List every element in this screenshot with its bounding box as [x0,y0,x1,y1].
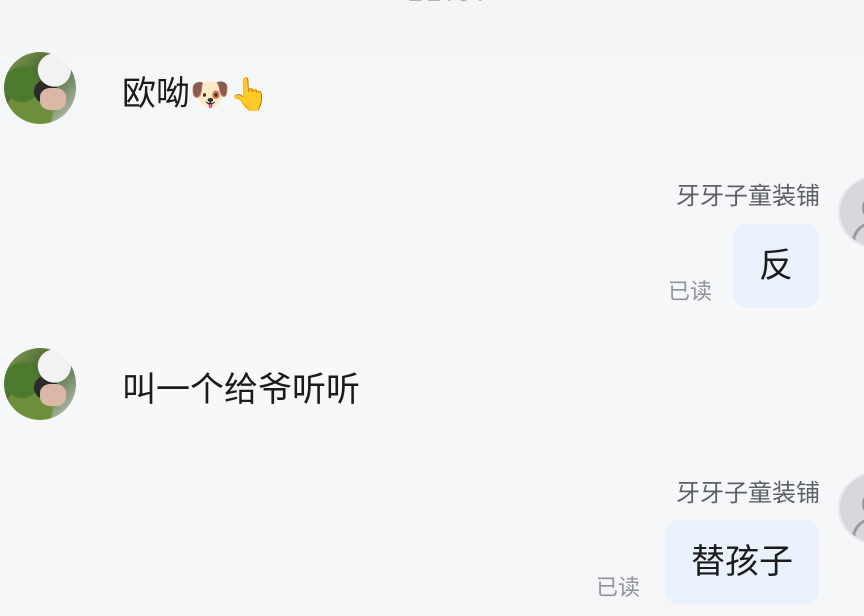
shop-avatar[interactable] [838,472,864,544]
message-text: 反 [759,246,793,286]
outgoing-message-bubble[interactable]: 反 [733,224,819,308]
shop-avatar[interactable] [838,176,864,248]
contact-avatar[interactable] [4,52,76,124]
message-text: 替孩子 [691,542,793,582]
message-text: 欧呦 [122,74,190,114]
timestamp: 22:07 [0,0,864,8]
read-receipt: 已读 [668,280,713,305]
user-placeholder-icon-body [852,518,864,542]
incoming-message[interactable]: 叫一个给爷听听 [122,368,360,412]
sender-name: 牙牙子童装铺 [676,479,820,507]
incoming-message[interactable]: 欧呦🐶👆 [122,72,270,116]
outgoing-message-bubble[interactable]: 替孩子 [665,520,819,604]
sender-name: 牙牙子童装铺 [676,182,820,210]
chat-view: 22:07 欧呦🐶👆 牙牙子童装铺 已读 反 叫一个给爷听听 牙牙子童装铺 已读… [0,0,864,616]
avatar-face [40,384,66,406]
contact-avatar[interactable] [4,348,76,420]
user-placeholder-icon-body [852,222,864,246]
message-text: 叫一个给爷听听 [122,370,360,410]
pointing-up-emoji: 👆 [229,75,270,113]
avatar-face [40,88,66,110]
dog-face-emoji: 🐶 [190,75,230,113]
read-receipt: 已读 [596,576,641,601]
